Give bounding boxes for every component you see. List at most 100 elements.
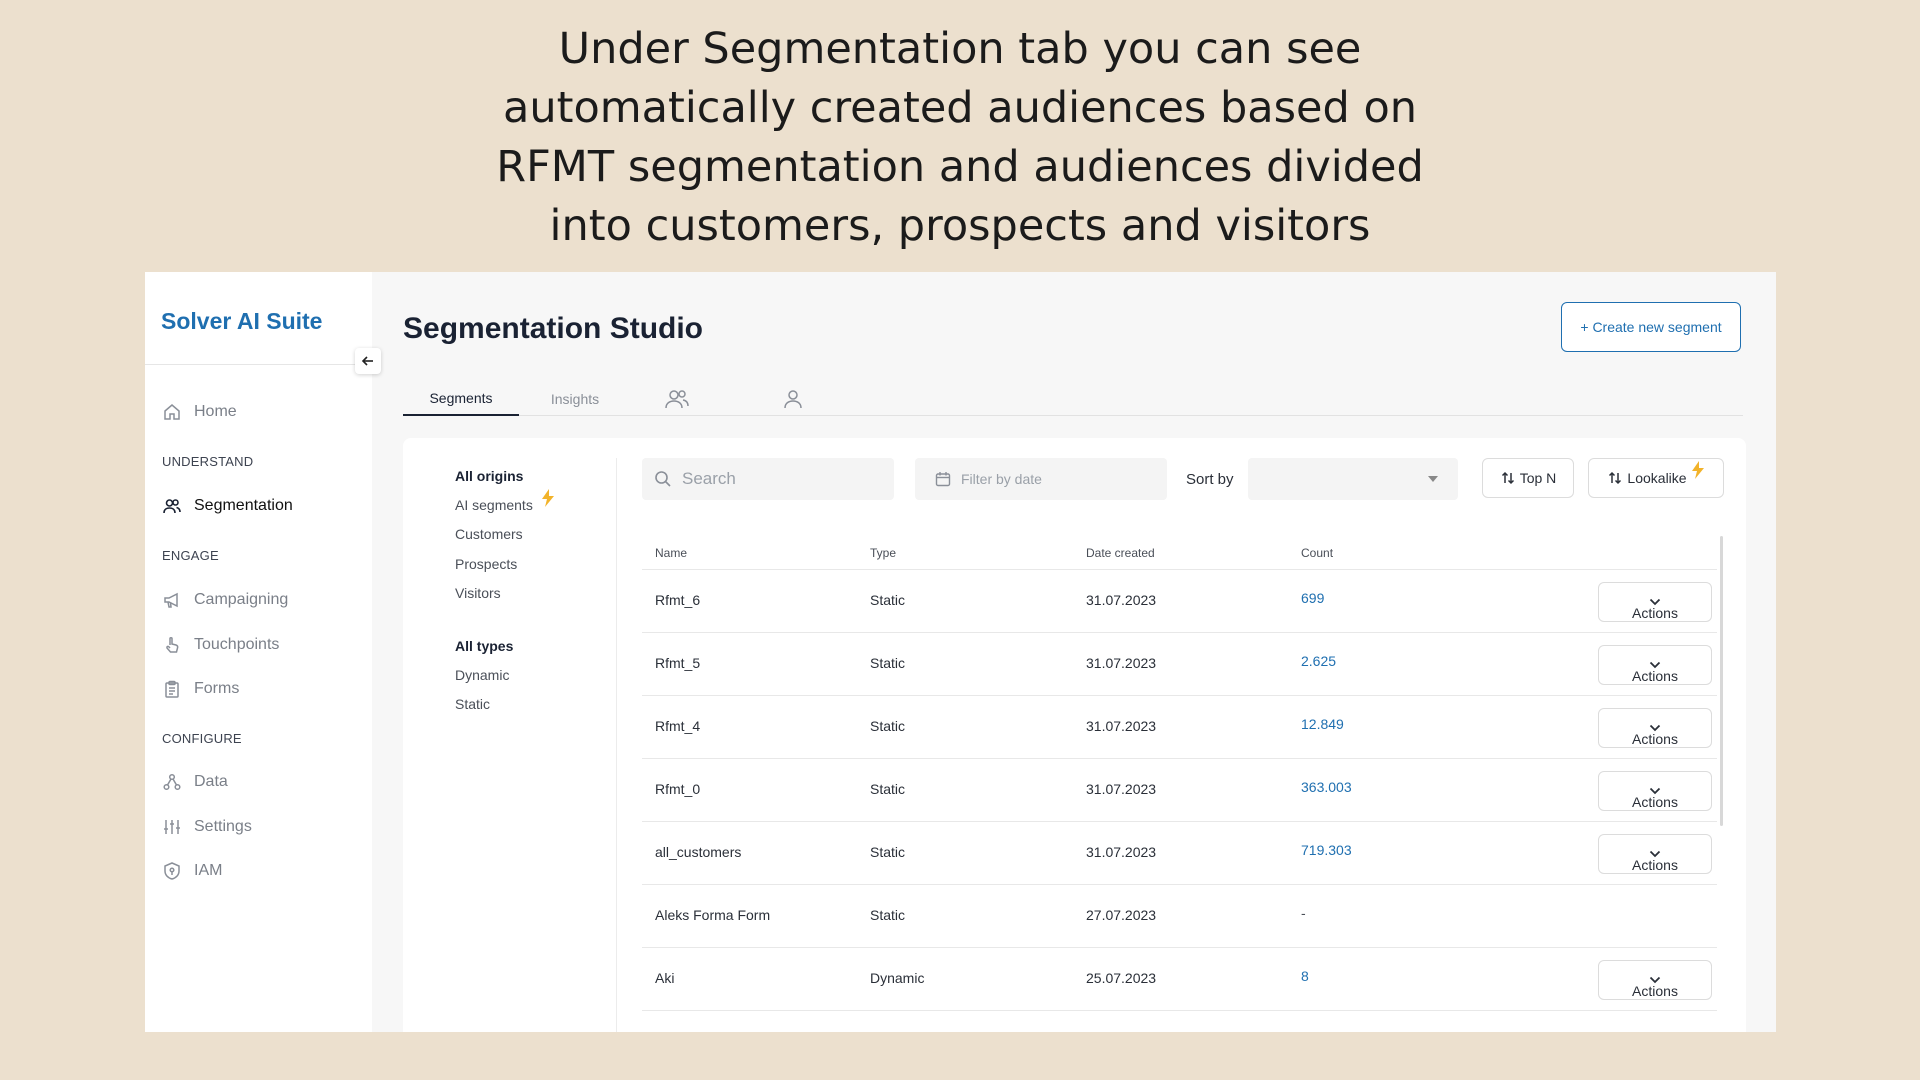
- actions-button[interactable]: Actions: [1598, 960, 1712, 1000]
- segment-name[interactable]: Rfmt_0: [655, 781, 700, 797]
- table-header: Name Type Date created Count: [642, 536, 1717, 570]
- segment-name[interactable]: all_customers: [655, 844, 741, 860]
- filter-dynamic[interactable]: Dynamic: [455, 667, 509, 683]
- tab-profile[interactable]: [763, 382, 823, 416]
- sidebar-item-touchpoints[interactable]: Touchpoints: [162, 633, 279, 657]
- search-placeholder: Search: [682, 469, 736, 488]
- column-header-date[interactable]: Date created: [1086, 546, 1155, 560]
- section-engage: ENGAGE: [162, 548, 219, 563]
- column-header-type[interactable]: Type: [870, 546, 896, 560]
- sidebar-item-data[interactable]: Data: [162, 770, 228, 794]
- users-icon: [163, 499, 181, 514]
- segment-name[interactable]: Rfmt_4: [655, 718, 700, 734]
- calendar-icon: [935, 472, 951, 487]
- sidebar-item-forms[interactable]: Forms: [162, 677, 239, 701]
- segment-date: 31.07.2023: [1086, 781, 1157, 797]
- table-row[interactable]: Aki Dynamic 25.07.2023 8 Actions: [642, 948, 1717, 1011]
- actions-button[interactable]: Actions: [1598, 771, 1712, 811]
- segment-name[interactable]: Aleks Forma Form: [655, 907, 770, 923]
- caret-down-icon: [1428, 476, 1438, 482]
- sidebar-item-home[interactable]: Home: [162, 400, 237, 424]
- sliders-icon: [164, 820, 180, 834]
- section-understand: UNDERSTAND: [162, 454, 254, 469]
- actions-button[interactable]: Actions: [1598, 582, 1712, 622]
- sort-select[interactable]: [1248, 458, 1458, 500]
- caption-line: into customers, prospects and visitors: [549, 201, 1371, 251]
- page-title: Segmentation Studio: [403, 312, 703, 345]
- table-row[interactable]: Aleks Forma Form Static 27.07.2023 -: [642, 885, 1717, 948]
- caption-line: automatically created audiences based on: [502, 83, 1418, 133]
- filter-ai-segments[interactable]: AI segments: [455, 489, 554, 513]
- filter-customers[interactable]: Customers: [455, 526, 523, 542]
- tab-segments[interactable]: Segments: [403, 382, 519, 416]
- actions-label: Actions: [1632, 668, 1678, 684]
- actions-button[interactable]: Actions: [1598, 708, 1712, 748]
- create-segment-button[interactable]: + Create new segment: [1561, 302, 1741, 352]
- segment-type: Static: [870, 592, 906, 608]
- segment-count[interactable]: 699: [1301, 590, 1324, 606]
- top-n-label: Top N: [1519, 470, 1557, 486]
- segment-count[interactable]: 363.003: [1301, 779, 1352, 795]
- table-scrollbar[interactable]: [1720, 536, 1723, 826]
- table-row[interactable]: all_customers Static 31.07.2023 719.303 …: [642, 822, 1717, 885]
- segment-count[interactable]: 8: [1301, 968, 1309, 984]
- caption-line: RFMT segmentation and audiences divided: [496, 142, 1424, 192]
- home-icon: [164, 404, 180, 420]
- filter-static[interactable]: Static: [455, 696, 490, 712]
- sidebar-item-label: Forms: [194, 680, 240, 697]
- sidebar-item-segmentation[interactable]: Segmentation: [162, 494, 293, 518]
- app-window: Solver AI Suite Home UNDERSTAND Segmenta…: [145, 272, 1776, 1032]
- sidebar: Solver AI Suite Home UNDERSTAND Segmenta…: [145, 272, 372, 1032]
- filter-visitors[interactable]: Visitors: [455, 585, 501, 601]
- tab-insights[interactable]: Insights: [519, 382, 631, 416]
- user-icon: [784, 390, 802, 409]
- section-configure: CONFIGURE: [162, 731, 242, 746]
- search-input[interactable]: Search: [642, 458, 894, 500]
- users-icon: [665, 390, 689, 409]
- network-icon: [163, 773, 181, 791]
- actions-button[interactable]: Actions: [1598, 834, 1712, 874]
- segment-type: Static: [870, 781, 906, 797]
- filter-all-origins[interactable]: All origins: [455, 468, 523, 484]
- sidebar-item-label: Settings: [194, 818, 252, 835]
- filter-prospects[interactable]: Prospects: [455, 556, 517, 572]
- sort-arrows-icon: [1609, 471, 1622, 485]
- sidebar-item-campaigning[interactable]: Campaigning: [162, 588, 288, 612]
- filter-all-types[interactable]: All types: [455, 638, 513, 654]
- sort-label: Sort by: [1186, 471, 1234, 488]
- filter-label: AI segments: [455, 497, 533, 513]
- segment-date: 31.07.2023: [1086, 718, 1157, 734]
- collapse-sidebar-button[interactable]: [355, 348, 381, 374]
- lookalike-label: Lookalike: [1627, 470, 1687, 486]
- actions-label: Actions: [1632, 605, 1678, 621]
- column-header-count[interactable]: Count: [1301, 546, 1333, 560]
- segment-date: 31.07.2023: [1086, 592, 1157, 608]
- segment-name[interactable]: Rfmt_6: [655, 592, 700, 608]
- divider: [616, 458, 617, 1032]
- segment-name[interactable]: Aki: [655, 970, 674, 986]
- actions-button[interactable]: Actions: [1598, 645, 1712, 685]
- segment-type: Static: [870, 718, 906, 734]
- tab-audiences[interactable]: [647, 382, 707, 416]
- sidebar-item-label: IAM: [194, 862, 223, 879]
- instruction-caption: Under Segmentation tab you can see autom…: [0, 20, 1920, 256]
- column-header-name[interactable]: Name: [655, 546, 687, 560]
- sidebar-item-label: Home: [194, 403, 237, 420]
- table-row[interactable]: Rfmt_6 Static 31.07.2023 699 Actions: [642, 570, 1717, 633]
- sidebar-item-settings[interactable]: Settings: [162, 815, 252, 839]
- top-n-button[interactable]: Top N: [1482, 458, 1574, 498]
- date-filter-input[interactable]: Filter by date: [915, 458, 1167, 500]
- date-placeholder: Filter by date: [961, 471, 1042, 487]
- lookalike-button[interactable]: Lookalike: [1588, 458, 1724, 498]
- sidebar-item-iam[interactable]: IAM: [162, 859, 222, 883]
- segment-count[interactable]: 719.303: [1301, 842, 1352, 858]
- table-row[interactable]: Rfmt_4 Static 31.07.2023 12.849 Actions: [642, 696, 1717, 759]
- segment-count[interactable]: 12.849: [1301, 716, 1344, 732]
- app-logo[interactable]: Solver AI Suite: [161, 308, 322, 335]
- segment-name[interactable]: Rfmt_5: [655, 655, 700, 671]
- segments-table: Name Type Date created Count Rfmt_6 Stat…: [642, 536, 1717, 1011]
- table-row[interactable]: Rfmt_0 Static 31.07.2023 363.003 Actions: [642, 759, 1717, 822]
- segments-panel: All origins AI segments Customers Prospe…: [403, 438, 1746, 1032]
- segment-count[interactable]: 2.625: [1301, 653, 1336, 669]
- table-row[interactable]: Rfmt_5 Static 31.07.2023 2.625 Actions: [642, 633, 1717, 696]
